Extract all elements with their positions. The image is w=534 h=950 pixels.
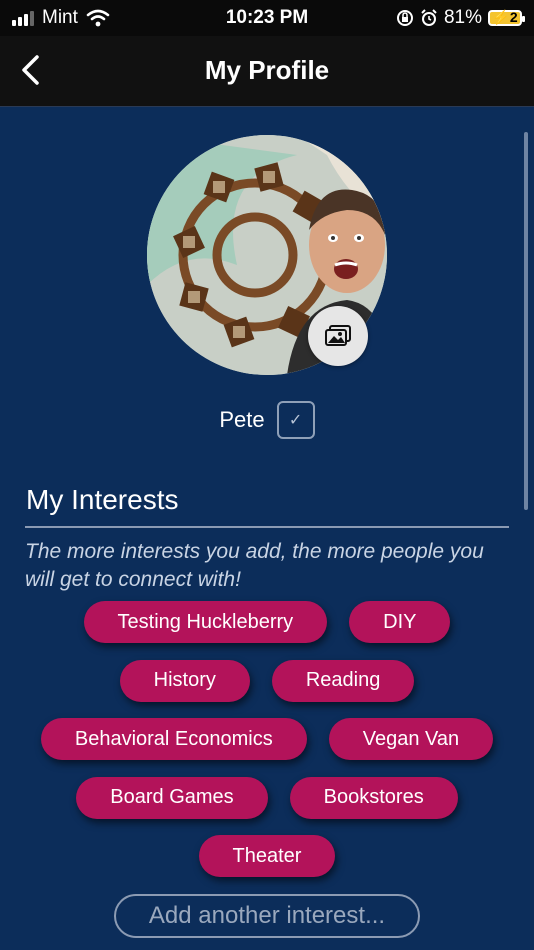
chip-row: Board Games Bookstores	[0, 776, 534, 819]
battery-percent: 81%	[443, 7, 482, 28]
page-title: My Profile	[204, 55, 330, 85]
interest-chip[interactable]: Bookstores	[289, 776, 458, 819]
interest-chip[interactable]: Theater	[198, 835, 336, 877]
alarm-icon	[421, 9, 437, 26]
interest-chip[interactable]: Testing Huckleberry	[83, 601, 328, 643]
edit-name-button[interactable]: ✓	[276, 401, 315, 439]
interest-chip[interactable]: DIY	[349, 601, 451, 643]
interest-chip-list: Testing Huckleberry DIY History Reading …	[0, 601, 534, 894]
status-bar: Mint 10:23 PM 81% ⚡2	[0, 0, 534, 36]
profile-name: Pete	[219, 407, 265, 432]
chip-row: Testing Huckleberry DIY	[0, 601, 534, 643]
change-photo-button[interactable]	[308, 306, 368, 366]
chip-row: Behavioral Economics Vegan Van	[0, 718, 534, 760]
interest-chip[interactable]: Vegan Van	[328, 718, 494, 760]
interest-chip[interactable]: Behavioral Economics	[40, 718, 307, 760]
interest-chip[interactable]: Reading	[271, 659, 415, 702]
add-interest-input[interactable]	[114, 894, 420, 938]
scrollbar[interactable]	[524, 132, 528, 510]
nav-bar: My Profile	[0, 36, 534, 107]
interest-chip[interactable]: History	[119, 659, 250, 702]
battery-icon: ⚡2	[488, 9, 525, 26]
chip-row: History Reading	[0, 659, 534, 702]
name-row: Pete ✓	[0, 401, 534, 439]
divider	[25, 526, 509, 528]
status-right: 81% ⚡2	[396, 7, 525, 29]
orientation-lock-icon	[396, 10, 413, 26]
image-icon	[325, 325, 351, 346]
interests-hint: The more interests you add, the more peo…	[25, 540, 484, 591]
interest-chip[interactable]: Board Games	[76, 776, 268, 819]
interests-title: My Interests	[26, 484, 179, 515]
checkmark-icon: ✓	[288, 412, 303, 429]
chip-row: Theater	[0, 835, 534, 877]
battery-charging-label: ⚡2	[492, 9, 518, 25]
